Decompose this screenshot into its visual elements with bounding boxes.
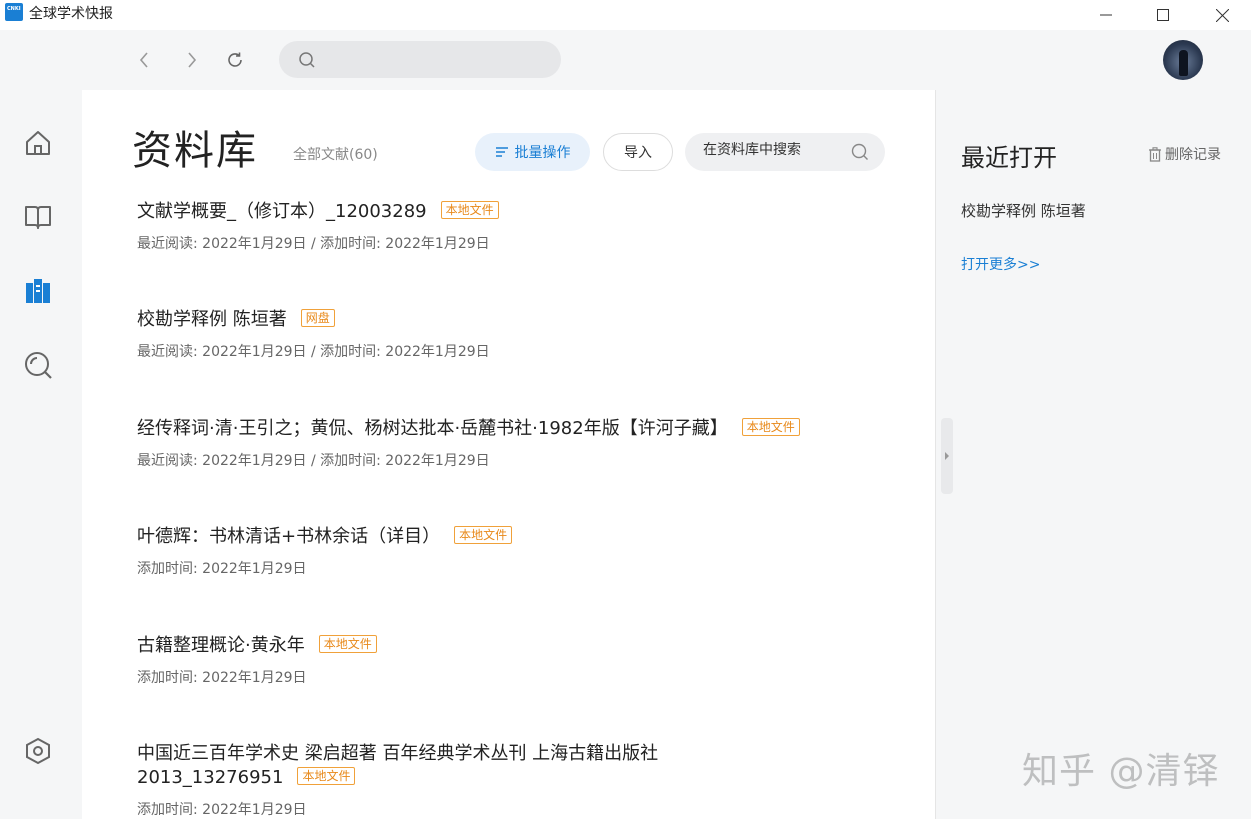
item-meta: 添加时间: 2022年1月29日 <box>137 802 307 818</box>
item-title[interactable]: 古籍整理概论·黄永年 <box>137 635 305 656</box>
page-title: 资料库 <box>132 128 258 174</box>
item-meta: 添加时间: 2022年1月29日 <box>137 670 307 686</box>
item-title-continued[interactable]: 2013_13276951 <box>137 767 283 788</box>
library-icon[interactable] <box>22 275 54 307</box>
source-badge: 本地文件 <box>318 635 377 653</box>
trash-icon <box>1149 146 1161 162</box>
search-icon[interactable] <box>851 143 869 161</box>
recent-item[interactable]: 校勘学释例 陈垣著 <box>961 200 1086 221</box>
source-badge: 网盘 <box>300 309 335 327</box>
book-icon[interactable] <box>22 201 54 233</box>
close-button[interactable] <box>1199 0 1245 30</box>
back-button[interactable] <box>132 48 156 72</box>
title-bar: CNKI 全球学术快报 <box>0 0 1251 30</box>
source-badge: 本地文件 <box>741 418 800 436</box>
open-more-link[interactable]: 打开更多>> <box>961 254 1040 274</box>
collapse-panel-handle[interactable] <box>941 418 953 494</box>
minimize-button[interactable] <box>1083 0 1129 30</box>
list-item[interactable]: 经传释词·清·王引之；黄侃、杨树达批本·岳麓书社·1982年版【许河子藏】 本地文… <box>137 417 907 470</box>
item-title[interactable]: 文献学概要_（修订本）_12003289 <box>137 201 427 222</box>
delete-history-button[interactable]: 删除记录 <box>1148 144 1221 164</box>
library-search[interactable] <box>685 133 885 171</box>
recent-panel: 最近打开 删除记录 校勘学释例 陈垣著 打开更多>> <box>936 90 1251 819</box>
list-item[interactable]: 中国近三百年学术史 梁启超著 百年经典学术丛刊 上海古籍出版社 2013_1327… <box>137 742 907 819</box>
item-meta: 最近阅读: 2022年1月29日 / 添加时间: 2022年1月29日 <box>137 236 490 252</box>
item-meta: 添加时间: 2022年1月29日 <box>137 561 307 577</box>
import-button[interactable]: 导入 <box>603 133 673 171</box>
item-title[interactable]: 中国近三百年学术史 梁启超著 百年经典学术丛刊 上海古籍出版社 <box>137 743 658 764</box>
source-badge: 本地文件 <box>454 526 513 544</box>
settings-icon[interactable] <box>22 735 54 767</box>
sidebar <box>0 90 82 819</box>
search-icon <box>299 52 315 68</box>
list-item[interactable]: 古籍整理概论·黄永年 本地文件 添加时间: 2022年1月29日 <box>137 634 907 687</box>
source-badge: 本地文件 <box>297 767 356 785</box>
list-item[interactable]: 校勘学释例 陈垣著 网盘 最近阅读: 2022年1月29日 / 添加时间: 202… <box>137 308 907 361</box>
app-title: 全球学术快报 <box>29 6 113 22</box>
library-main: 资料库 全部文献(60) 批量操作 导入 文献学概要_（修订本）_1200328… <box>82 90 935 819</box>
item-title[interactable]: 叶德辉：书林清话+书林余话（详目） <box>137 526 440 547</box>
item-meta: 最近阅读: 2022年1月29日 / 添加时间: 2022年1月29日 <box>137 344 490 360</box>
document-count[interactable]: 全部文献(60) <box>293 144 378 164</box>
item-title[interactable]: 校勘学释例 陈垣著 <box>137 309 287 330</box>
discover-icon[interactable] <box>22 349 54 381</box>
batch-operation-button[interactable]: 批量操作 <box>475 133 590 171</box>
app-logo-icon: CNKI <box>5 3 23 21</box>
list-item[interactable]: 叶德辉：书林清话+书林余话（详目） 本地文件 添加时间: 2022年1月29日 <box>137 525 907 578</box>
home-icon[interactable] <box>22 127 54 159</box>
source-badge: 本地文件 <box>440 201 499 219</box>
nav-bar <box>0 30 1251 90</box>
item-title[interactable]: 经传释词·清·王引之；黄侃、杨树达批本·岳麓书社·1982年版【许河子藏】 <box>137 418 728 439</box>
item-meta: 最近阅读: 2022年1月29日 / 添加时间: 2022年1月29日 <box>137 453 490 469</box>
recent-title: 最近打开 <box>961 144 1057 172</box>
chevron-right-icon <box>945 452 949 460</box>
list-icon <box>495 147 508 157</box>
global-search-input[interactable] <box>279 41 561 78</box>
avatar[interactable] <box>1163 40 1203 80</box>
maximize-button[interactable] <box>1140 0 1186 30</box>
watermark: 知乎 @清铎 <box>1022 751 1220 792</box>
library-search-input[interactable] <box>703 142 853 158</box>
forward-button[interactable] <box>180 48 204 72</box>
list-item[interactable]: 文献学概要_（修订本）_12003289 本地文件 最近阅读: 2022年1月29… <box>137 200 907 253</box>
refresh-button[interactable] <box>223 48 247 72</box>
